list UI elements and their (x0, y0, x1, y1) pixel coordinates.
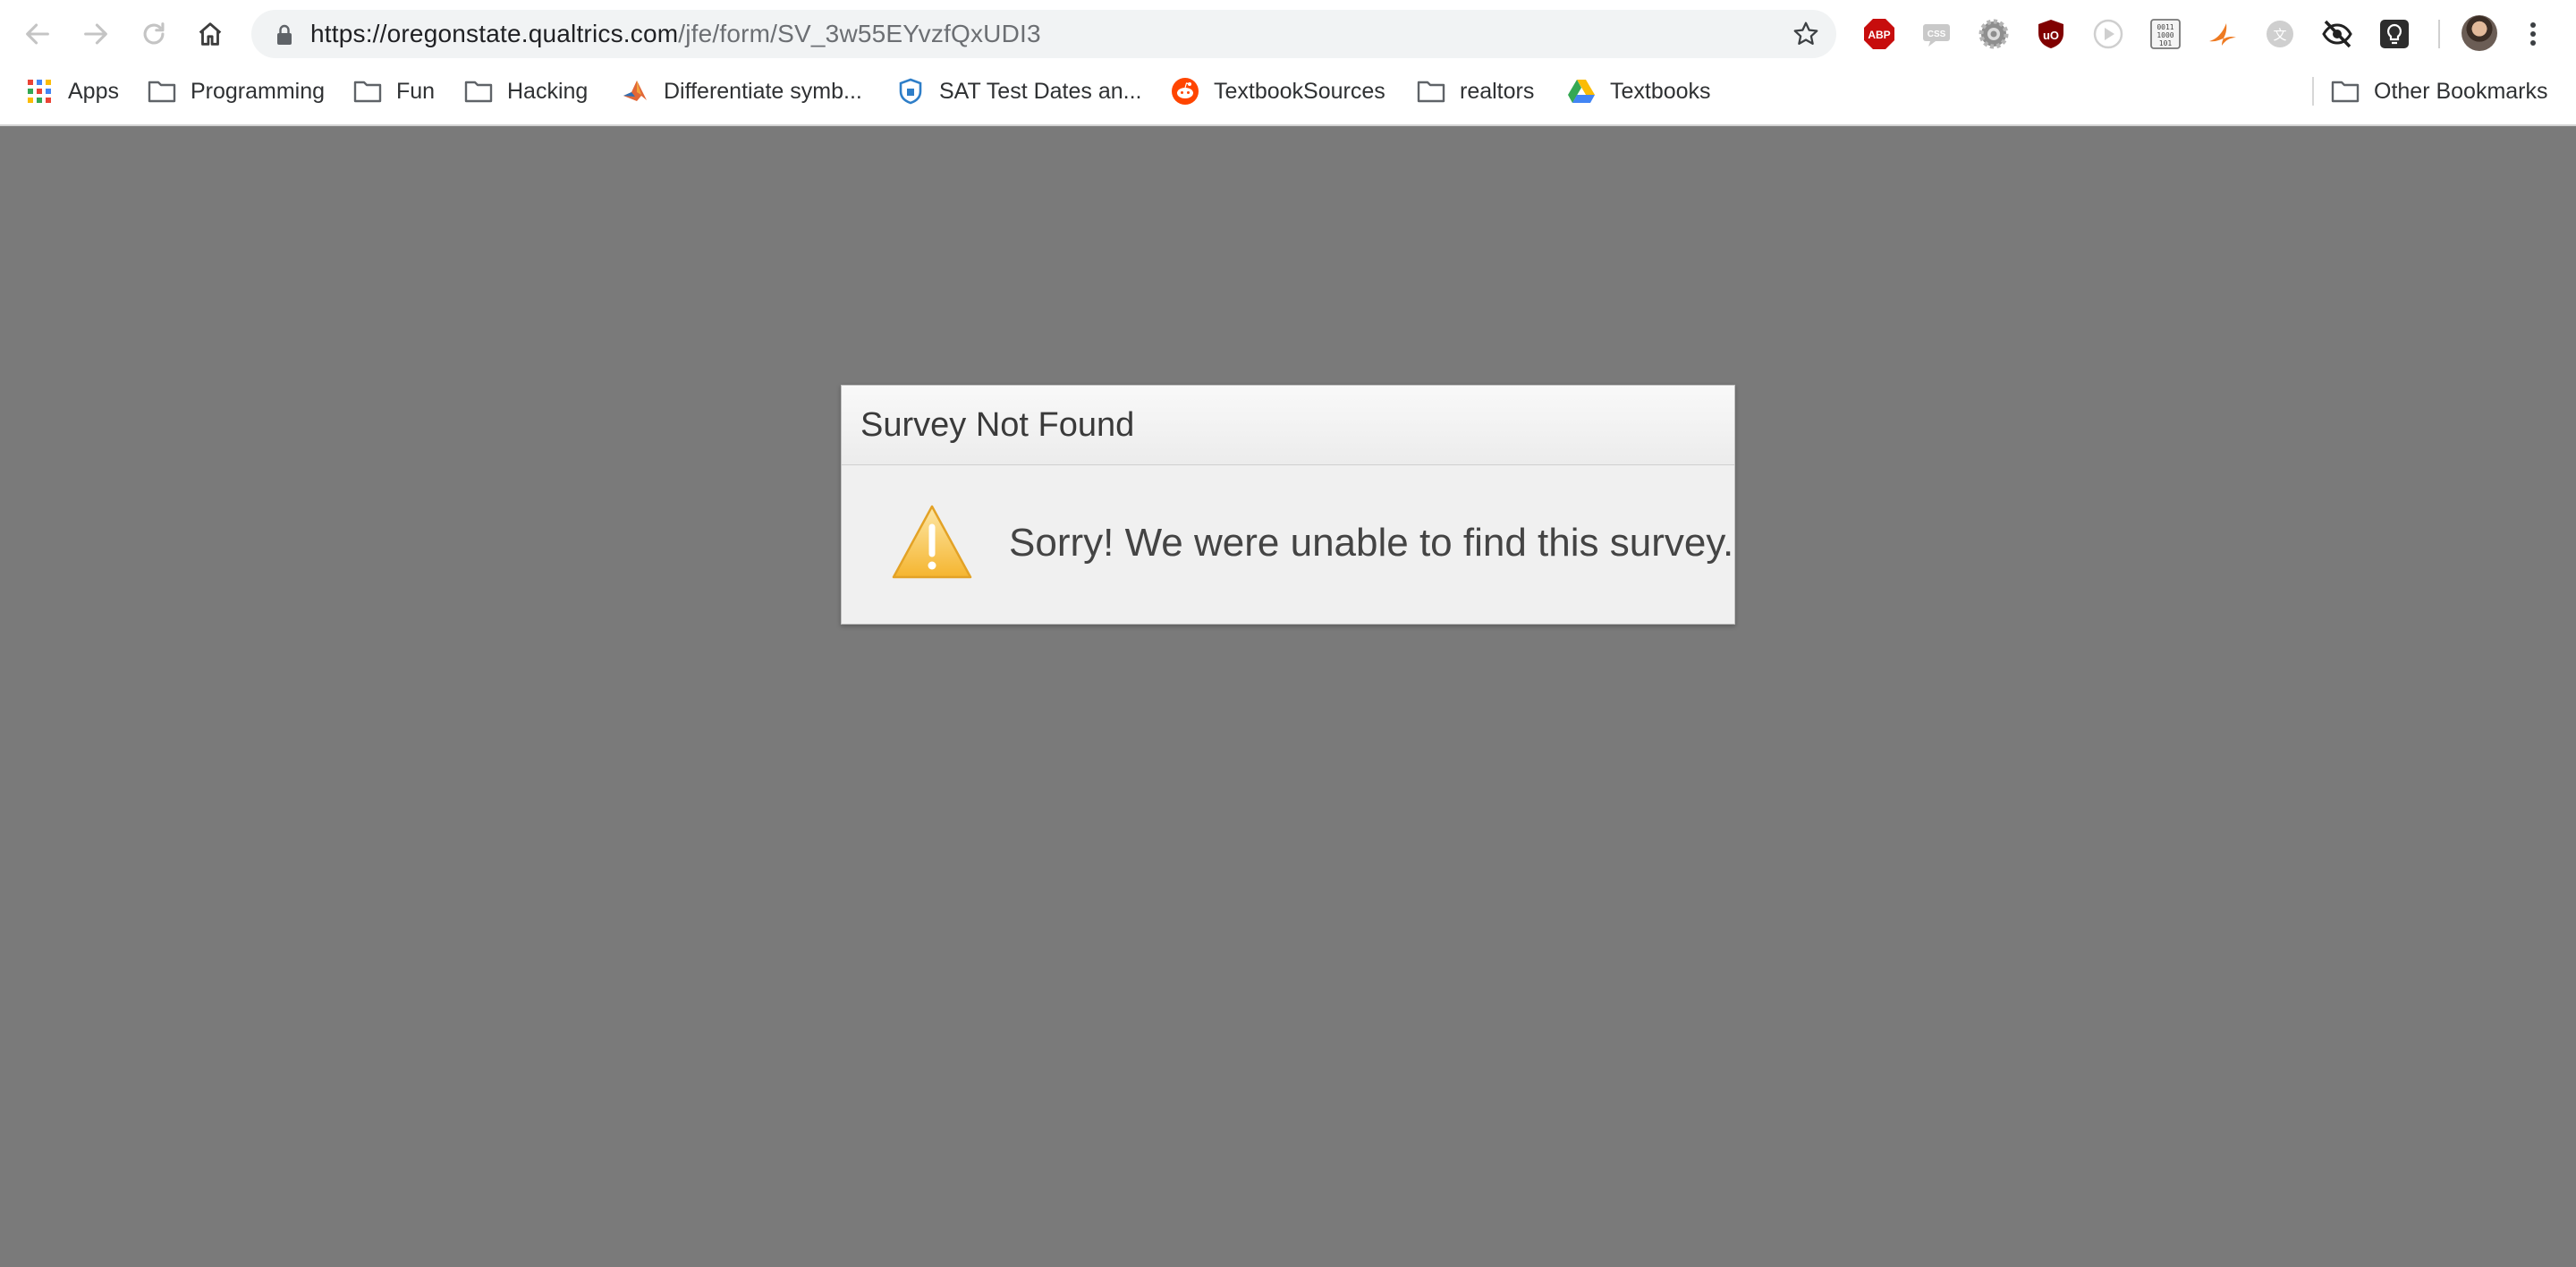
bookmarks-bar: Apps Programming Fun Hacking Differentia… (0, 68, 2576, 115)
matlab-icon (621, 77, 649, 106)
url-text[interactable]: https://oregonstate.qualtrics.com/jfe/fo… (310, 10, 1041, 58)
bookmarks-separator (2312, 77, 2314, 106)
google-drive-icon (1567, 77, 1596, 106)
browser-toolbar: https://oregonstate.qualtrics.com/jfe/fo… (0, 0, 2576, 68)
bookmark-label: SAT Test Dates an... (939, 78, 1142, 104)
bookmark-label: TextbookSources (1214, 78, 1385, 104)
translate-extension-icon[interactable]: 文 (2264, 18, 2296, 50)
svg-text:101: 101 (2159, 39, 2173, 47)
dialog-title: Survey Not Found (860, 406, 1135, 444)
folder-icon (2331, 77, 2360, 106)
dialog-message: Sorry! We were unable to find this surve… (1009, 521, 1734, 565)
bookmark-label: Other Bookmarks (2374, 78, 2548, 104)
bookmark-textbooks[interactable]: Textbooks (1567, 68, 1711, 115)
reload-icon[interactable] (131, 11, 177, 57)
bookmark-programming[interactable]: Programming (148, 68, 325, 115)
folder-icon (148, 77, 176, 106)
folder-icon (464, 77, 493, 106)
bookmark-apps[interactable]: Apps (25, 68, 119, 115)
forward-arrow-icon[interactable] (72, 11, 119, 57)
profile-avatar[interactable] (2462, 15, 2497, 51)
svg-text:1000: 1000 (2157, 31, 2174, 39)
bookmark-label: Programming (191, 78, 326, 104)
college-board-icon (896, 77, 925, 106)
browser-chrome: https://oregonstate.qualtrics.com/jfe/fo… (0, 0, 2576, 126)
bookmark-fun[interactable]: Fun (353, 68, 435, 115)
adblock-plus-icon[interactable]: ABP (1863, 18, 1895, 50)
reddit-icon (1171, 77, 1199, 106)
bookmark-hacking[interactable]: Hacking (464, 68, 588, 115)
kebab-menu-icon[interactable] (2524, 18, 2542, 50)
bookmark-other[interactable]: Other Bookmarks (2331, 68, 2548, 115)
bookmark-realtors[interactable]: realtors (1417, 68, 1534, 115)
bookmark-label: Hacking (507, 78, 589, 104)
bookmark-sat[interactable]: SAT Test Dates an... (896, 68, 1142, 115)
svg-text:0011: 0011 (2157, 23, 2174, 31)
bookmark-differentiate[interactable]: Differentiate symb... (621, 68, 862, 115)
gear-extension-icon[interactable] (1978, 18, 2010, 50)
ublock-text: uO (2043, 29, 2059, 42)
lightbulb-extension-icon[interactable] (2378, 18, 2411, 50)
binary-extension-icon[interactable]: 0011 1000 101 (2149, 18, 2182, 50)
eye-slash-extension-icon[interactable] (2321, 18, 2353, 50)
bookmark-label: Apps (68, 78, 119, 104)
ublock-origin-icon[interactable]: uO (2035, 18, 2067, 50)
back-arrow-icon[interactable] (14, 11, 61, 57)
dialog-header: Survey Not Found (842, 386, 1734, 465)
bookmark-label: realtors (1460, 78, 1535, 104)
folder-icon (353, 77, 382, 106)
url-path: /jfe/form/SV_3w55EYvzfQxUDI3 (678, 20, 1041, 47)
swift-bird-extension-icon[interactable] (2207, 18, 2239, 50)
survey-not-found-dialog: Survey Not Found Sorry! We were unable t… (841, 385, 1735, 625)
toolbar-separator (2438, 20, 2440, 48)
apps-grid-icon (25, 77, 54, 106)
css-extension-icon[interactable]: CSS (1920, 18, 1953, 50)
bookmark-label: Differentiate symb... (664, 78, 862, 104)
css-text: CSS (1928, 30, 1946, 39)
address-bar[interactable]: https://oregonstate.qualtrics.com/jfe/fo… (251, 10, 1836, 58)
bookmark-textbooksources[interactable]: TextbookSources (1171, 68, 1385, 115)
lock-icon (277, 24, 292, 45)
translate-text: 文 (2273, 27, 2286, 43)
bookmark-label: Fun (396, 78, 436, 104)
bookmark-label: Textbooks (1610, 78, 1711, 104)
bookmark-star-icon[interactable] (1792, 20, 1820, 48)
warning-icon (892, 505, 972, 579)
adblock-text: ABP (1868, 29, 1890, 41)
home-icon[interactable] (187, 11, 233, 57)
play-extension-icon[interactable] (2092, 18, 2124, 50)
url-host: https://oregonstate.qualtrics.com (310, 20, 679, 47)
folder-icon (1417, 77, 1445, 106)
